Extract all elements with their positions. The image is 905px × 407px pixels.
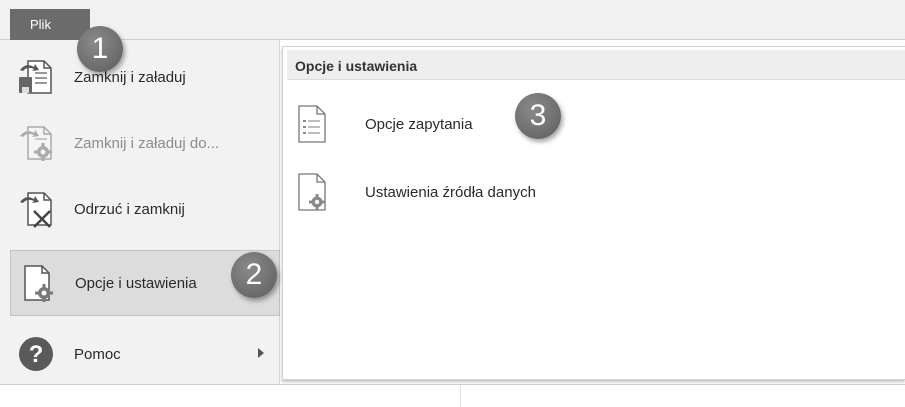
menu-item-help[interactable]: ? Pomoc	[0, 321, 280, 387]
backstage-menu: Zamknij i załaduj Zamknij i załaduj do..…	[0, 40, 280, 385]
callout-3: 3	[515, 93, 561, 139]
options-panel: Opcje i ustawienia Opcje zapytania Ustaw…	[282, 46, 905, 380]
file-tab[interactable]: Plik	[10, 9, 90, 40]
callout-2: 2	[231, 252, 277, 298]
query-options-item[interactable]: Opcje zapytania	[295, 103, 473, 145]
ribbon-bar: Plik	[0, 0, 905, 40]
menu-item-label: Opcje i ustawienia	[75, 274, 197, 292]
menu-item-label: Zamknij i załaduj	[74, 68, 186, 86]
menu-item-label: Pomoc	[74, 345, 121, 363]
data-source-settings-icon	[298, 173, 326, 211]
panel-header: Opcje i ustawienia	[287, 50, 905, 80]
close-and-load-icon	[19, 60, 52, 94]
bottom-divider-tick	[460, 385, 461, 407]
menu-item-close-and-load[interactable]: Zamknij i załaduj	[0, 44, 280, 110]
help-icon: ?	[19, 337, 53, 371]
menu-item-close-and-load-to[interactable]: Zamknij i załaduj do...	[0, 110, 280, 176]
callout-1: 1	[77, 26, 123, 72]
options-settings-icon	[24, 265, 53, 302]
bottom-divider	[0, 384, 905, 385]
query-options-label: Opcje zapytania	[365, 115, 473, 133]
discard-and-close-icon	[20, 192, 52, 228]
menu-item-discard-and-close[interactable]: Odrzuć i zamknij	[0, 176, 280, 242]
query-options-icon	[298, 105, 326, 143]
menu-item-label: Zamknij i załaduj do...	[74, 134, 220, 152]
data-source-settings-label: Ustawienia źródła danych	[365, 183, 536, 201]
submenu-arrow-icon	[258, 348, 264, 358]
svg-text:?: ?	[29, 341, 44, 368]
data-source-settings-item[interactable]: Ustawienia źródła danych	[295, 171, 536, 213]
menu-item-label: Odrzuć i zamknij	[74, 200, 185, 218]
close-and-load-to-icon	[20, 126, 52, 161]
